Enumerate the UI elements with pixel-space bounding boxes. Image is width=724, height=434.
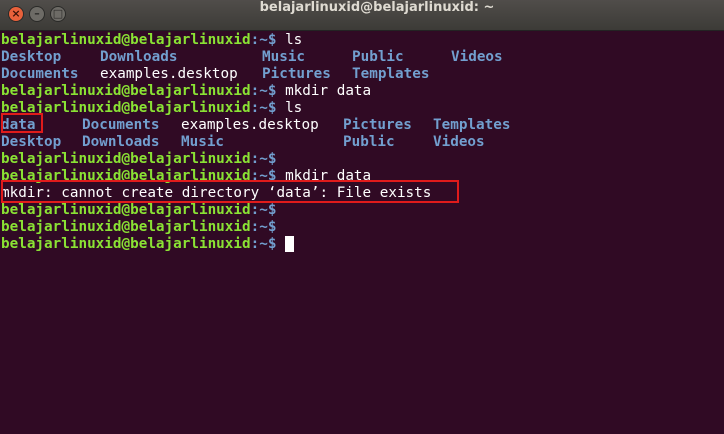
dir-entry: Videos [451, 49, 503, 65]
prompt-user-host: belajarlinuxid@belajarlinuxid [1, 202, 251, 218]
title-bar: × – □ belajarlinuxid@belajarlinuxid: ~ [0, 0, 724, 31]
dir-entry: Documents [82, 117, 160, 133]
terminal-line: Desktop Downloads Music Public Videos [0, 49, 724, 66]
dir-entry: Pictures [262, 66, 331, 82]
terminal-line: data Documents examples.desktop Pictures… [0, 117, 724, 134]
window-title: belajarlinuxid@belajarlinuxid: ~ [259, 0, 495, 15]
terminal-line: belajarlinuxid@belajarlinuxid:~$ ls [0, 32, 724, 49]
command-text: mkdir data [285, 83, 372, 99]
prompt-user-host: belajarlinuxid@belajarlinuxid [1, 219, 251, 235]
highlight-box-error-message [1, 180, 459, 203]
text-cursor [285, 236, 295, 252]
prompt-path: :~$ [250, 202, 286, 218]
file-entry: examples.desktop [100, 66, 238, 82]
terminal-line: belajarlinuxid@belajarlinuxid:~$ mkdir d… [0, 83, 724, 100]
prompt-user-host: belajarlinuxid@belajarlinuxid [1, 32, 251, 48]
dir-entry: Downloads [82, 134, 160, 150]
file-entry: examples.desktop [181, 117, 319, 133]
dir-entry: Music [181, 134, 225, 150]
terminal-window: × – □ belajarlinuxid@belajarlinuxid: ~ b… [0, 0, 724, 434]
dir-entry: Documents [1, 66, 79, 82]
prompt-user-host: belajarlinuxid@belajarlinuxid [1, 83, 251, 99]
dir-entry: Templates [352, 66, 430, 82]
terminal-line: belajarlinuxid@belajarlinuxid:~$ [0, 219, 724, 236]
prompt-user-host: belajarlinuxid@belajarlinuxid [1, 151, 251, 167]
terminal-line: belajarlinuxid@belajarlinuxid:~$ [0, 236, 724, 253]
dir-entry: Pictures [343, 117, 412, 133]
terminal-line: belajarlinuxid@belajarlinuxid:~$ ls [0, 100, 724, 117]
dir-entry: Videos [433, 134, 485, 150]
prompt-path: :~$ [250, 83, 286, 99]
dir-entry: Public [343, 134, 395, 150]
dir-entry: Music [262, 49, 306, 65]
command-text: ls [285, 100, 303, 116]
terminal-output[interactable]: belajarlinuxid@belajarlinuxid:~$ ls Desk… [0, 30, 724, 434]
command-text: ls [285, 32, 303, 48]
prompt-user-host: belajarlinuxid@belajarlinuxid [1, 236, 251, 252]
dir-entry: Public [352, 49, 404, 65]
dir-entry: Templates [433, 117, 511, 133]
terminal-line: belajarlinuxid@belajarlinuxid:~$ [0, 151, 724, 168]
prompt-path: :~$ [250, 100, 286, 116]
terminal-line: Desktop Downloads Music Public Videos [0, 134, 724, 151]
prompt-path: :~$ [250, 151, 286, 167]
terminal-line: belajarlinuxid@belajarlinuxid:~$ [0, 202, 724, 219]
terminal-line: Documents examples.desktop Pictures Temp… [0, 66, 724, 83]
dir-entry: Downloads [100, 49, 178, 65]
dir-entry: Desktop [1, 134, 62, 150]
prompt-path: :~$ [250, 32, 286, 48]
prompt-path: :~$ [250, 236, 286, 252]
prompt-path: :~$ [250, 219, 286, 235]
dir-entry: Desktop [1, 49, 62, 65]
highlight-box-data-entry [1, 113, 43, 133]
